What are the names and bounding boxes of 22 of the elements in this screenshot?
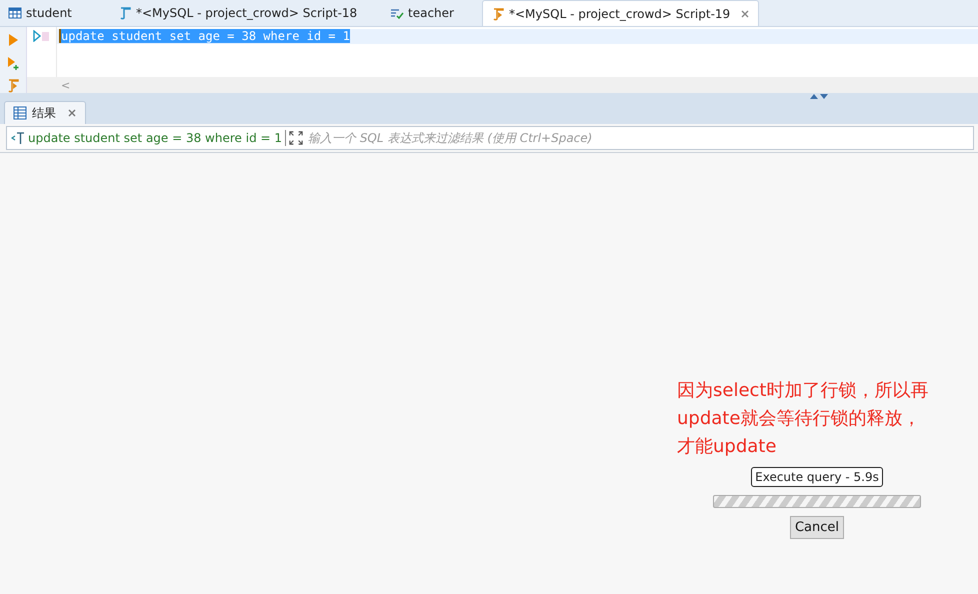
grid-icon — [13, 106, 27, 120]
close-icon[interactable] — [67, 108, 77, 118]
script-icon — [491, 6, 505, 20]
script-run-icon[interactable] — [7, 79, 19, 93]
progress-label: Execute query - 5.9s — [751, 467, 883, 487]
current-statement-marker-icon — [33, 30, 49, 42]
editor-tab[interactable]: *<MySQL - project_crowd> Script-18 — [96, 0, 372, 26]
editor-tab[interactable]: *<MySQL - project_crowd> Script-19 — [482, 0, 760, 26]
editor-tab[interactable]: teacher — [372, 0, 474, 26]
close-icon[interactable] — [740, 8, 750, 18]
expand-icon[interactable] — [289, 131, 303, 145]
cancel-button[interactable]: Cancel — [790, 516, 844, 539]
annotation-text: 因为select时加了行锁，所以再update就会等待行锁的释放，才能update — [677, 379, 929, 459]
run-new-tab-icon[interactable] — [7, 56, 19, 70]
table-icon — [8, 6, 22, 20]
results-tab[interactable]: 结果 — [4, 101, 86, 124]
query-text: update student set age = 38 where id = 1 — [28, 131, 282, 145]
script-icon — [118, 6, 132, 20]
filter-field[interactable]: update student set age = 38 where id = 1 输入一个 SQL 表达式来过滤结果 (使用 Ctrl+Space) — [6, 126, 974, 150]
editor-tab[interactable]: student — [0, 0, 96, 26]
sql-text-icon — [11, 131, 25, 145]
run-icon[interactable] — [7, 33, 19, 47]
